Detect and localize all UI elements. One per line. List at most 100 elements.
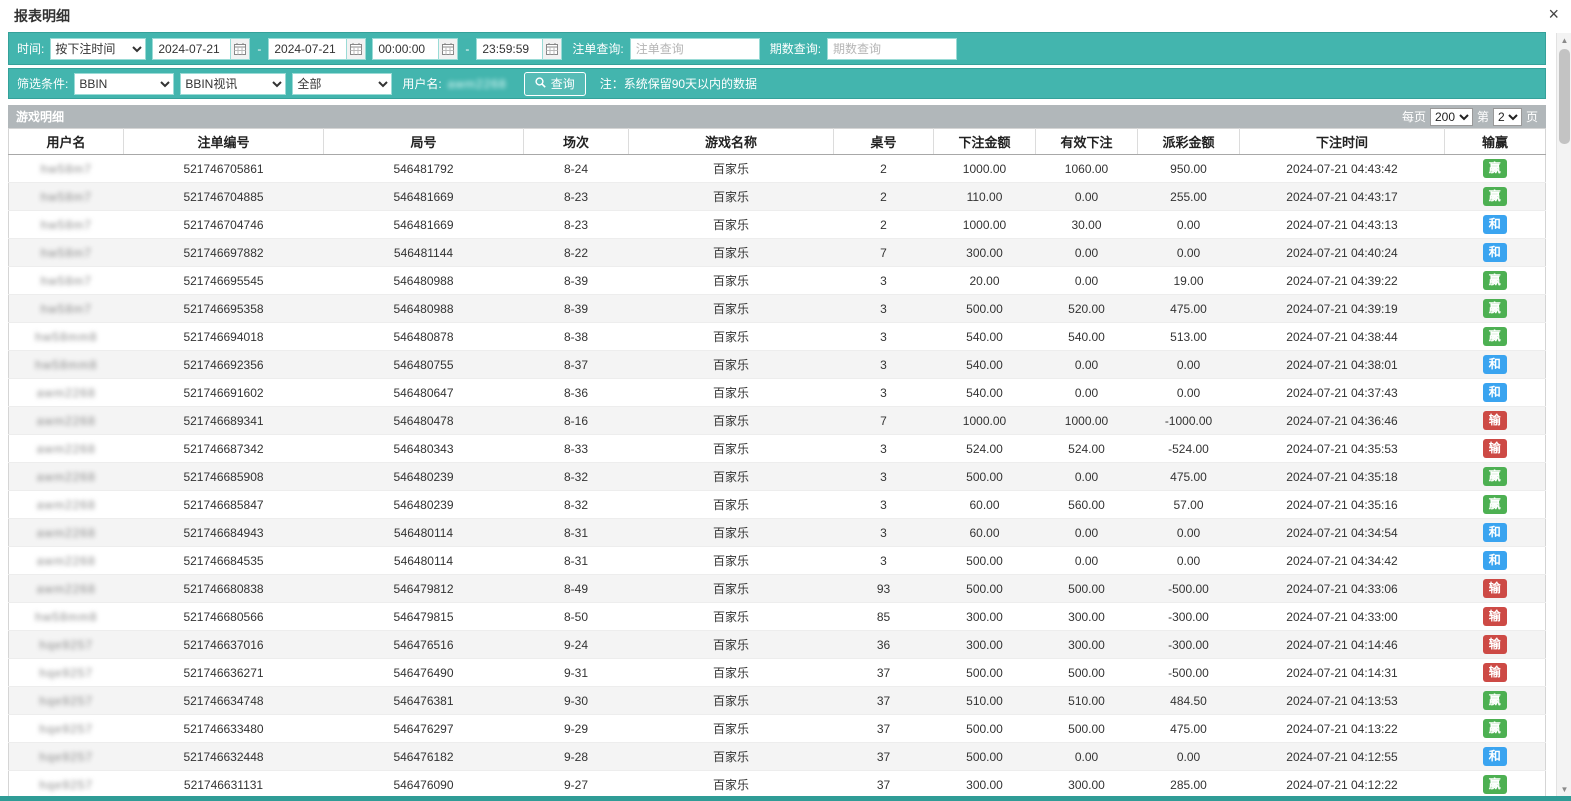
report-table: 用户名注单编号局号场次游戏名称桌号下注金额有效下注派彩金额下注时间输赢 hw58… (8, 128, 1546, 799)
column-header: 派彩金额 (1138, 129, 1240, 155)
bet-amount-cell: 1000.00 (934, 211, 1036, 239)
page-select[interactable]: 2 (1493, 108, 1522, 126)
bet-time-cell: 2024-07-21 04:40:24 (1240, 239, 1445, 267)
per-page-select[interactable]: 200 (1430, 108, 1473, 126)
bet-time-cell: 2024-07-21 04:38:44 (1240, 323, 1445, 351)
scrollbar-thumb[interactable] (1559, 49, 1570, 144)
result-badge-win: 赢 (1483, 299, 1507, 317)
table-no-cell: 3 (834, 435, 934, 463)
bet-amount-cell: 500.00 (934, 743, 1036, 771)
bet-time-cell: 2024-07-21 04:39:22 (1240, 267, 1445, 295)
bet-id-cell: 521746689341 (124, 407, 324, 435)
table-no-cell: 85 (834, 603, 934, 631)
user-cell: hw58m7 (9, 267, 124, 295)
column-header: 有效下注 (1036, 129, 1138, 155)
title-bar: 报表明细 (0, 0, 1571, 32)
valid-bet-cell: 1000.00 (1036, 407, 1138, 435)
clock-icon[interactable] (438, 38, 458, 60)
bet-amount-cell: 110.00 (934, 183, 1036, 211)
session-cell: 8-23 (524, 211, 629, 239)
round-id-cell: 546481792 (324, 155, 524, 183)
game-cell: 百家乐 (629, 659, 834, 687)
payout-cell: 475.00 (1138, 463, 1240, 491)
bet-id-cell: 521746634748 (124, 687, 324, 715)
session-cell: 8-49 (524, 575, 629, 603)
bet-id-cell: 521746695358 (124, 295, 324, 323)
scroll-up-icon[interactable]: ▲ (1557, 33, 1571, 47)
result-badge-win: 赢 (1483, 495, 1507, 513)
bottom-border-bar (0, 796, 1571, 801)
filter-bar-criteria: 筛选条件: BBIN BBIN视讯 全部 用户名: awm2268 查询 注：系… (8, 68, 1546, 99)
table-no-cell: 37 (834, 743, 934, 771)
bet-id-cell: 521746697882 (124, 239, 324, 267)
time-from-input[interactable] (372, 38, 438, 60)
date-from-input[interactable] (152, 38, 230, 60)
round-id-cell: 546480114 (324, 547, 524, 575)
table-row: hw58m75217466955455464809888-39百家乐320.00… (9, 267, 1546, 295)
round-id-cell: 546481669 (324, 211, 524, 239)
payout-cell: 285.00 (1138, 771, 1240, 799)
round-id-cell: 546480114 (324, 519, 524, 547)
table-no-cell: 7 (834, 407, 934, 435)
valid-bet-cell: 0.00 (1036, 379, 1138, 407)
payout-cell: 0.00 (1138, 547, 1240, 575)
valid-bet-cell: 560.00 (1036, 491, 1138, 519)
bet-time-cell: 2024-07-21 04:13:22 (1240, 715, 1445, 743)
session-cell: 9-24 (524, 631, 629, 659)
payout-cell: 475.00 (1138, 715, 1240, 743)
masked-username: hw58mm8 (35, 358, 97, 372)
search-button[interactable]: 查询 (524, 72, 586, 96)
bet-time-cell: 2024-07-21 04:35:18 (1240, 463, 1445, 491)
masked-username: awm2268 (37, 442, 96, 456)
bet-id-cell: 521746632448 (124, 743, 324, 771)
masked-username: hqe9257 (39, 778, 93, 792)
valid-bet-cell: 500.00 (1036, 659, 1138, 687)
result-badge-win: 赢 (1483, 159, 1507, 177)
bet-time-cell: 2024-07-21 04:14:31 (1240, 659, 1445, 687)
scroll-down-icon[interactable]: ▼ (1557, 782, 1571, 796)
masked-username: awm2268 (37, 554, 96, 568)
result-badge-lose: 输 (1483, 607, 1507, 625)
calendar-icon[interactable] (346, 38, 366, 60)
date-to-input[interactable] (268, 38, 346, 60)
period-query-input[interactable] (827, 38, 957, 60)
bet-amount-cell: 300.00 (934, 603, 1036, 631)
round-id-cell: 546479815 (324, 603, 524, 631)
result-cell: 和 (1445, 239, 1546, 267)
valid-bet-cell: 0.00 (1036, 267, 1138, 295)
table-row: awm22685217466808385464798128-49百家乐93500… (9, 575, 1546, 603)
result-badge-lose: 输 (1483, 439, 1507, 457)
user-cell: hqe9257 (9, 631, 124, 659)
bet-time-cell: 2024-07-21 04:34:54 (1240, 519, 1445, 547)
bet-query-input[interactable] (630, 38, 760, 60)
payout-cell: 0.00 (1138, 519, 1240, 547)
clock-icon[interactable] (542, 38, 562, 60)
close-icon[interactable]: × (1548, 5, 1559, 23)
user-cell: awm2268 (9, 547, 124, 575)
round-id-cell: 546480478 (324, 407, 524, 435)
bet-amount-cell: 540.00 (934, 351, 1036, 379)
vendor-select[interactable]: BBIN (74, 73, 174, 95)
table-no-cell: 3 (834, 491, 934, 519)
masked-username: hw58mm8 (35, 330, 97, 344)
bet-time-cell: 2024-07-21 04:37:43 (1240, 379, 1445, 407)
user-cell: awm2268 (9, 463, 124, 491)
time-type-select[interactable]: 按下注时间 (50, 38, 146, 60)
payout-cell: 255.00 (1138, 183, 1240, 211)
vertical-scrollbar[interactable]: ▲ ▼ (1556, 33, 1571, 796)
result-cell: 赢 (1445, 183, 1546, 211)
column-header: 输赢 (1445, 129, 1546, 155)
session-cell: 8-50 (524, 603, 629, 631)
game-cell: 百家乐 (629, 575, 834, 603)
session-cell: 8-31 (524, 519, 629, 547)
calendar-icon[interactable] (230, 38, 250, 60)
masked-username: awm2268 (37, 470, 96, 484)
user-cell: hqe9257 (9, 743, 124, 771)
result-badge-tie: 和 (1483, 215, 1507, 233)
game-cell: 百家乐 (629, 435, 834, 463)
masked-username: hw58m7 (41, 218, 92, 232)
bet-time-cell: 2024-07-21 04:12:55 (1240, 743, 1445, 771)
category-select[interactable]: BBIN视讯 (180, 73, 286, 95)
time-to-input[interactable] (476, 38, 542, 60)
scope-select[interactable]: 全部 (292, 73, 392, 95)
